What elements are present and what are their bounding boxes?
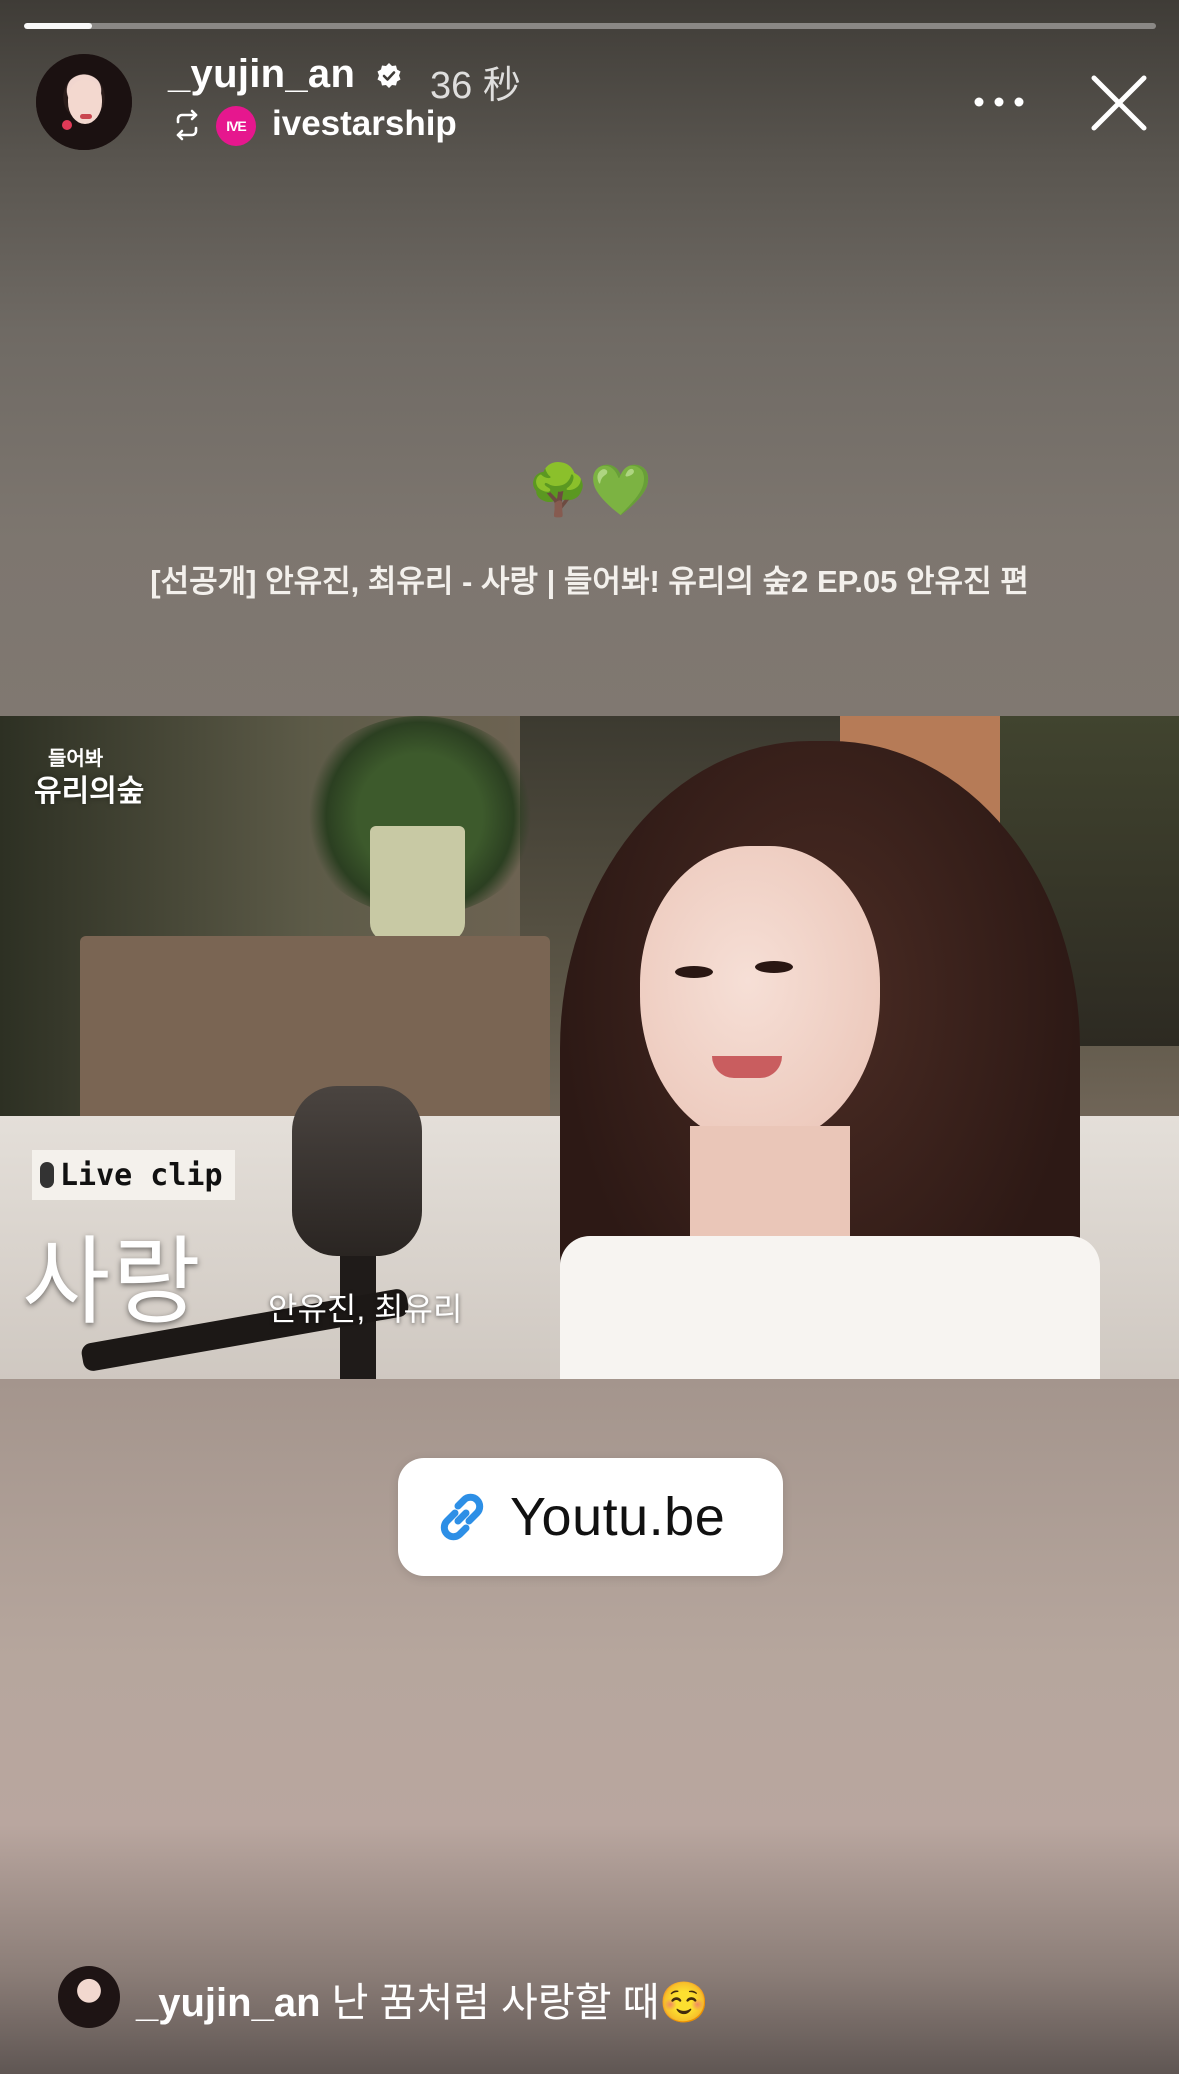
caption-username[interactable]: _yujin_an [136,1981,321,2025]
video-thumbnail[interactable]: 들어봐 유리의숲 Live clip 사랑 안유진, 최유리 [0,716,1179,1379]
link-sticker-label: Youtu.be [510,1487,726,1547]
caption-avatar[interactable] [58,1966,120,2028]
song-title: 사랑 [22,1226,203,1338]
caption-emoji: 🌳💚 [527,462,652,518]
microphone-icon [40,1162,54,1188]
story-viewer[interactable]: _yujin_an 36 秒 IVE ivestarship 🌳💚 [선공개] … [0,0,1179,2074]
story-progress-fill [24,23,92,29]
avatar[interactable] [36,54,132,150]
story-time-ago: 36 秒 [430,65,521,107]
verified-icon [377,63,401,88]
link-icon [440,1493,484,1541]
show-logo: 유리의숲 [34,775,145,808]
video-title: [선공개] 안유진, 최유리 - 사랑 | 들어봐! 유리의 숲2 EP.05 … [150,564,1029,599]
close-icon[interactable] [1088,72,1150,134]
caption-text: 난 꿈처럼 사랑할 때☺️ [320,1981,710,2025]
live-clip-label: Live clip [60,1157,223,1193]
live-clip-badge: Live clip [32,1150,235,1200]
ive-badge-avatar[interactable]: IVE [216,106,256,146]
reposted-from-username[interactable]: ivestarship [272,104,457,144]
story-caption: _yujin_an 난 꿈처럼 사랑할 때☺️ [136,1970,709,2028]
more-icon[interactable] [972,92,1026,112]
repost-icon [176,109,198,141]
story-username[interactable]: _yujin_an [168,52,355,97]
song-artists: 안유진, 최유리 [268,1291,463,1327]
link-sticker[interactable]: Youtu.be [398,1458,783,1576]
story-progress-bar [24,23,1156,29]
